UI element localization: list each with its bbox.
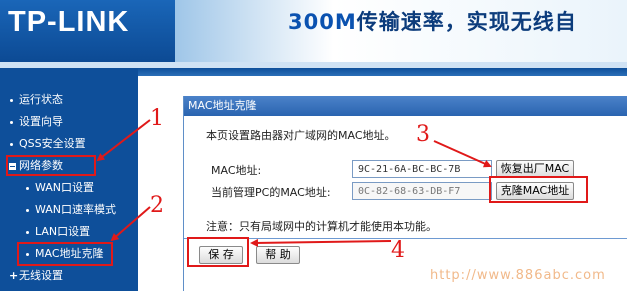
arrow-3: [433, 140, 492, 168]
watermark-text: http://www.886abc.com: [430, 268, 606, 283]
arrow-1: [96, 119, 151, 162]
annotation-arrows: [96, 119, 492, 247]
arrow-2: [110, 206, 151, 242]
arrow-4: [250, 238, 392, 247]
